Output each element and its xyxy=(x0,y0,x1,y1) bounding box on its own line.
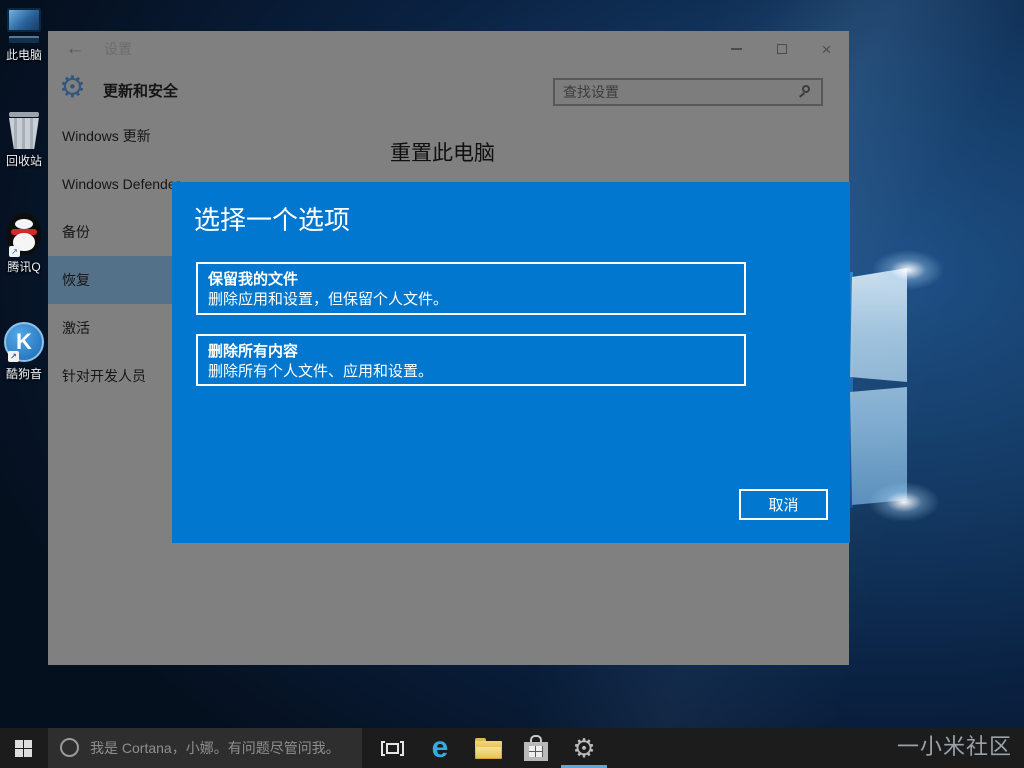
desktop-icon-label: 腾讯Q xyxy=(0,258,48,275)
desktop-icon-label: 回收站 xyxy=(0,152,48,169)
desktop-icon-label: 酷狗音 xyxy=(0,365,48,382)
kugou-icon: K ↗ xyxy=(4,322,44,362)
shortcut-arrow-icon: ↗ xyxy=(8,351,19,362)
wallpaper-window-panes xyxy=(849,260,911,510)
minimize-icon xyxy=(731,48,742,50)
shortcut-arrow-icon: ↗ xyxy=(9,246,20,257)
store-icon xyxy=(524,735,548,761)
desktop-icon-recycle-bin[interactable]: 回收站 xyxy=(0,112,48,169)
wallpaper-glow-top xyxy=(872,250,944,290)
file-explorer-icon xyxy=(475,738,502,759)
option-remove-everything[interactable]: 删除所有内容 删除所有个人文件、应用和设置。 xyxy=(196,334,746,386)
window-controls: × xyxy=(714,31,849,67)
minimize-button[interactable] xyxy=(714,31,759,67)
close-button[interactable]: × xyxy=(804,31,849,67)
cancel-button[interactable]: 取消 xyxy=(739,489,828,520)
recycle-bin-icon xyxy=(0,112,48,149)
settings-window: ← 设置 × ⚙ 更新和安全 Windows 更新 Windows Defend… xyxy=(48,31,849,665)
maximize-button[interactable] xyxy=(759,31,804,67)
dialog-title: 选择一个选项 xyxy=(194,200,350,237)
option-description: 删除所有个人文件、应用和设置。 xyxy=(208,362,734,382)
settings-taskbar-button[interactable]: ⚙ xyxy=(560,728,608,768)
page-title: 更新和安全 xyxy=(103,80,178,101)
reset-options-dialog: 选择一个选项 保留我的文件 删除应用和设置，但保留个人文件。 删除所有内容 删除… xyxy=(172,182,850,543)
search-input[interactable] xyxy=(555,80,795,104)
back-button[interactable]: ← xyxy=(62,36,88,62)
cortana-search-box[interactable] xyxy=(48,728,362,768)
maximize-icon xyxy=(777,44,787,54)
gear-icon: ⚙ xyxy=(572,735,595,761)
task-view-button[interactable] xyxy=(368,728,416,768)
task-view-icon xyxy=(381,741,404,756)
window-title: 设置 xyxy=(104,31,132,67)
qq-penguin-icon: ↗ xyxy=(7,213,41,255)
wallpaper-glow-bottom xyxy=(868,482,940,522)
edge-taskbar-button[interactable]: e xyxy=(416,728,464,768)
cortana-icon xyxy=(60,738,79,757)
windows-logo-icon xyxy=(15,740,32,757)
desktop-icon-qq[interactable]: ↗ 腾讯Q xyxy=(0,213,48,275)
edge-icon: e xyxy=(432,733,449,763)
start-button[interactable] xyxy=(0,728,48,768)
titlebar: ← 设置 × xyxy=(48,31,849,67)
cortana-search-input[interactable] xyxy=(90,728,355,768)
desktop-icon-label: 此电脑 xyxy=(0,46,48,63)
sidebar-item-windows-update[interactable]: Windows 更新 xyxy=(48,112,304,160)
search-icon[interactable] xyxy=(799,85,813,99)
file-explorer-taskbar-button[interactable] xyxy=(464,728,512,768)
reset-pc-heading: 重置此电脑 xyxy=(390,137,495,167)
desktop-icon-kugou[interactable]: K ↗ 酷狗音 xyxy=(0,322,48,382)
option-title: 删除所有内容 xyxy=(208,342,734,362)
xiaomi-community-watermark: 一小米社区 xyxy=(897,729,1012,761)
store-taskbar-button[interactable] xyxy=(512,728,560,768)
taskbar: e ⚙ xyxy=(0,728,1024,768)
option-keep-my-files[interactable]: 保留我的文件 删除应用和设置，但保留个人文件。 xyxy=(196,262,746,315)
option-description: 删除应用和设置，但保留个人文件。 xyxy=(208,290,734,310)
settings-gear-icon: ⚙ xyxy=(59,73,86,103)
close-icon: × xyxy=(822,41,832,58)
settings-search-box xyxy=(553,78,823,106)
option-title: 保留我的文件 xyxy=(208,270,734,290)
desktop-icon-this-pc[interactable]: 此电脑 xyxy=(0,8,48,63)
this-pc-icon xyxy=(0,8,48,43)
